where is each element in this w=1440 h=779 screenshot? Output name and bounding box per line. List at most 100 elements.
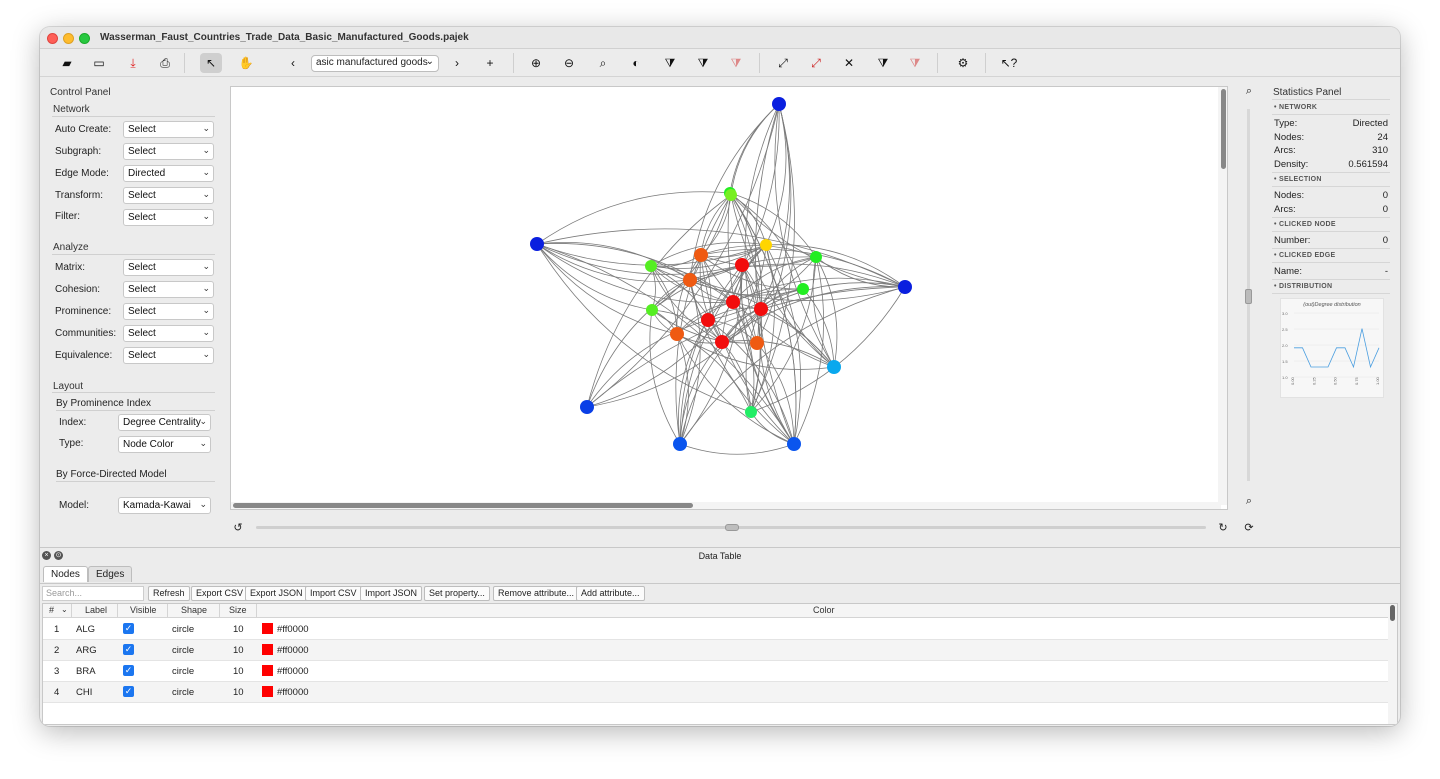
- cohesion-select[interactable]: Select ⌄: [123, 281, 214, 298]
- graph-node[interactable]: [580, 400, 594, 414]
- graph-edge[interactable]: [765, 103, 787, 246]
- graph-node[interactable]: [694, 248, 708, 262]
- graph-node[interactable]: [673, 437, 687, 451]
- graph-edge[interactable]: [774, 103, 835, 368]
- column-header-color[interactable]: Color: [813, 605, 835, 615]
- scroll-thumb[interactable]: [233, 503, 693, 508]
- remove-edge-icon[interactable]: ⤢: [805, 53, 827, 73]
- graph-canvas[interactable]: [230, 86, 1228, 510]
- open-file-icon[interactable]: ▰: [56, 53, 78, 73]
- matrix-select[interactable]: Select ⌄: [123, 259, 214, 276]
- rotate-right-icon[interactable]: ↻: [1216, 521, 1230, 534]
- previous-relation-button[interactable]: ‹: [282, 53, 304, 73]
- import-json-button[interactable]: Import JSON: [360, 586, 423, 601]
- color-swatch[interactable]: [262, 623, 273, 634]
- graph-node[interactable]: [735, 258, 749, 272]
- graph-node[interactable]: [898, 280, 912, 294]
- close-window-button[interactable]: [47, 33, 58, 44]
- auto-create-select[interactable]: Select ⌄: [123, 121, 214, 138]
- graph-edge[interactable]: [721, 341, 754, 413]
- next-relation-button[interactable]: ›: [446, 53, 468, 73]
- graph-edge[interactable]: [536, 243, 743, 275]
- graph-edge[interactable]: [730, 103, 780, 196]
- reset-view-icon[interactable]: ⟳: [1242, 521, 1256, 534]
- graph-edge[interactable]: [650, 265, 656, 311]
- column-header-number[interactable]: #: [49, 605, 54, 615]
- type-select[interactable]: Node Color ⌄: [118, 436, 211, 453]
- graph-node[interactable]: [683, 273, 697, 287]
- edge-filter-clear-icon[interactable]: ⧩: [904, 53, 926, 73]
- column-header-visible[interactable]: Visible: [130, 605, 156, 615]
- search-input[interactable]: Search...: [42, 586, 144, 601]
- graph-node[interactable]: [725, 189, 737, 201]
- zoom-slider-thumb[interactable]: [1245, 289, 1252, 304]
- graph-node[interactable]: [772, 97, 786, 111]
- set-property-button[interactable]: Set property...: [424, 586, 490, 601]
- export-csv-button[interactable]: Export CSV: [191, 586, 249, 601]
- zoom-out-magnifier-icon[interactable]: ⌕: [1242, 495, 1256, 508]
- table-row[interactable]: 1 ALG ✓ circle 10 #ff0000: [43, 619, 1389, 640]
- graph-edge[interactable]: [679, 443, 795, 455]
- communities-select[interactable]: Select ⌄: [123, 325, 214, 342]
- add-edge-icon[interactable]: ⤢: [772, 53, 794, 73]
- transform-select[interactable]: Select ⌄: [123, 187, 214, 204]
- relation-select[interactable]: asic manufactured goods ⌄: [311, 55, 439, 72]
- open-folder-icon[interactable]: ▭: [88, 53, 110, 73]
- search-icon[interactable]: ⌕: [592, 53, 614, 73]
- refresh-button[interactable]: Refresh: [148, 586, 190, 601]
- rotate-left-icon[interactable]: ↺: [231, 521, 245, 534]
- graph-node[interactable]: [797, 283, 809, 295]
- graph-edge[interactable]: [721, 340, 835, 368]
- color-swatch[interactable]: [262, 665, 273, 676]
- graph-node[interactable]: [760, 239, 772, 251]
- graph-node[interactable]: [715, 335, 729, 349]
- visible-checkbox[interactable]: ✓: [123, 665, 134, 676]
- add-relation-button[interactable]: +: [479, 53, 501, 73]
- graph-edge[interactable]: [586, 279, 691, 408]
- graph-node[interactable]: [645, 260, 657, 272]
- save-icon[interactable]: ⤓: [122, 53, 144, 73]
- table-row[interactable]: 2 ARG ✓ circle 10 #ff0000: [43, 640, 1389, 661]
- clear-filter-icon[interactable]: ⧩: [725, 53, 747, 73]
- minimize-window-button[interactable]: [63, 33, 74, 44]
- subgraph-select[interactable]: Select ⌄: [123, 143, 214, 160]
- print-icon[interactable]: ⎙: [154, 53, 176, 73]
- export-json-button[interactable]: Export JSON: [245, 586, 308, 601]
- scroll-thumb[interactable]: [1390, 605, 1395, 621]
- filter-select[interactable]: Select ⌄: [123, 209, 214, 226]
- visible-checkbox[interactable]: ✓: [123, 686, 134, 697]
- graph-edge[interactable]: [536, 243, 678, 335]
- graph-node[interactable]: [646, 304, 658, 316]
- select-pointer-icon[interactable]: ↖: [200, 53, 222, 73]
- graph-node[interactable]: [530, 237, 544, 251]
- help-icon[interactable]: ↖?: [998, 53, 1020, 73]
- maximize-window-button[interactable]: [79, 33, 90, 44]
- color-swatch[interactable]: [262, 644, 273, 655]
- graph-node[interactable]: [726, 295, 740, 309]
- graph-edge[interactable]: [760, 103, 790, 310]
- graph-edge[interactable]: [765, 244, 906, 288]
- scroll-thumb[interactable]: [1221, 89, 1226, 169]
- import-csv-button[interactable]: Import CSV: [305, 586, 362, 601]
- tab-nodes[interactable]: Nodes: [43, 566, 88, 582]
- index-select[interactable]: Degree Centrality ⌄: [118, 414, 211, 431]
- color-swatch[interactable]: [262, 686, 273, 697]
- tab-edges[interactable]: Edges: [88, 566, 133, 582]
- graph-node[interactable]: [827, 360, 841, 374]
- model-select[interactable]: Kamada-Kawai ⌄: [118, 497, 211, 514]
- add-attribute-button[interactable]: Add attribute...: [576, 586, 645, 601]
- rotation-slider-thumb[interactable]: [725, 524, 739, 531]
- remove-attribute-button[interactable]: Remove attribute...: [493, 586, 580, 601]
- canvas-horizontal-scrollbar[interactable]: [231, 502, 1221, 509]
- column-header-shape[interactable]: Shape: [181, 605, 207, 615]
- column-header-label[interactable]: Label: [85, 605, 107, 615]
- canvas-vertical-scrollbar[interactable]: [1218, 87, 1227, 505]
- graph-edge[interactable]: [536, 190, 731, 245]
- table-row[interactable]: 3 BRA ✓ circle 10 #ff0000: [43, 661, 1389, 682]
- equivalence-select[interactable]: Select ⌄: [123, 347, 214, 364]
- graph-node[interactable]: [754, 302, 768, 316]
- graph-node[interactable]: [745, 406, 757, 418]
- edge-filter-icon[interactable]: ⧩: [872, 53, 894, 73]
- tools-icon[interactable]: ✕: [838, 53, 860, 73]
- graph-node[interactable]: [670, 327, 684, 341]
